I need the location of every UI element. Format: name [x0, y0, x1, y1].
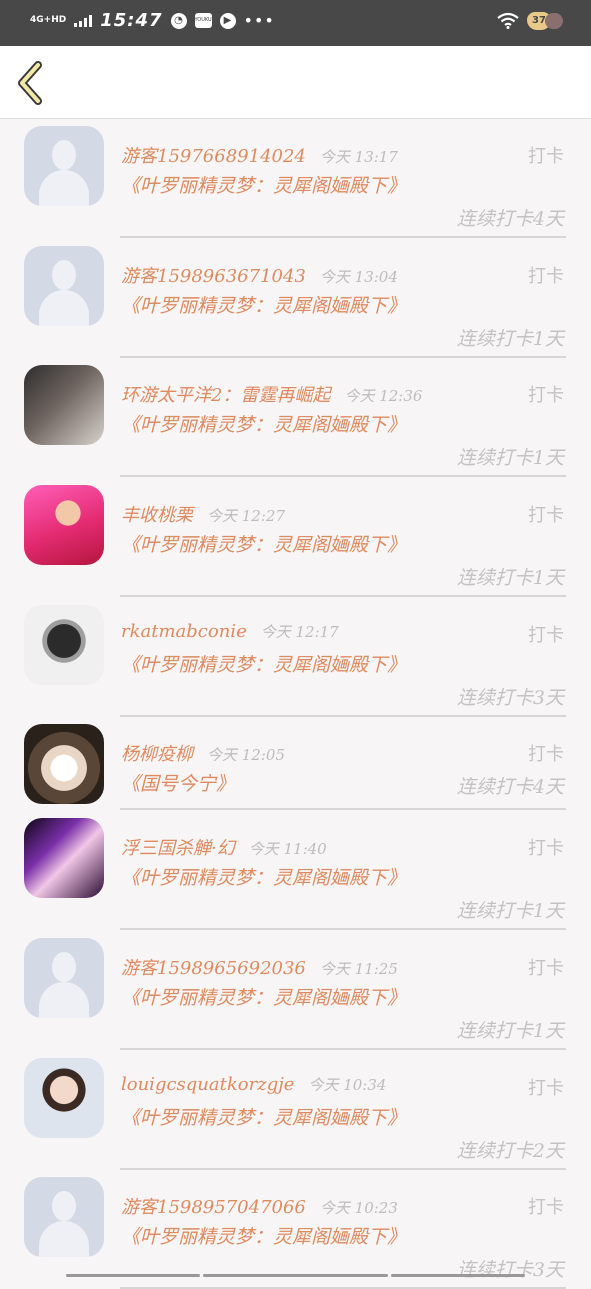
book-title-link[interactable]: 《叶罗丽精灵梦：灵犀阁婳殿下》: [121, 984, 431, 1013]
divider: [120, 475, 566, 477]
user-name[interactable]: 丰收桃栗 今天 12:27: [121, 501, 285, 527]
user-name[interactable]: rkatmabconie 今天 12:17: [121, 621, 339, 642]
checkin-time: 今天 11:40: [248, 840, 327, 858]
divider: [120, 715, 566, 717]
checkin-time: 今天 12:17: [260, 623, 339, 641]
scroll-indicator-right: [391, 1274, 525, 1277]
divider: [120, 928, 566, 930]
divider: [120, 1168, 566, 1170]
scroll-indicator-mid: [203, 1274, 388, 1277]
book-title-link[interactable]: 《叶罗丽精灵梦：灵犀阁婳殿下》: [121, 411, 431, 440]
avatar[interactable]: [24, 1177, 104, 1257]
signal-icon: [74, 14, 93, 27]
book-title-link[interactable]: 《叶罗丽精灵梦：灵犀阁婳殿下》: [121, 864, 431, 893]
streak-count: 连续打卡4天: [456, 208, 564, 230]
book-title-link[interactable]: 《叶罗丽精灵梦：灵犀阁婳殿下》: [121, 651, 431, 680]
book-title-link[interactable]: 《国号今宁》: [121, 770, 431, 799]
checkin-label: 打卡: [528, 1197, 564, 1218]
checkin-time: 今天 12:36: [344, 387, 423, 405]
avatar[interactable]: [24, 246, 104, 326]
checkin-time: 今天 10:34: [308, 1076, 387, 1094]
wifi-icon: [497, 13, 519, 29]
checkin-label: 打卡: [528, 744, 564, 765]
user-name[interactable]: 游客1597668914024 今天 13:17: [121, 142, 398, 168]
book-title-link[interactable]: 《叶罗丽精灵梦：灵犀阁婳殿下》: [121, 1223, 431, 1252]
user-name[interactable]: 游客1598965692036 今天 11:25: [121, 954, 398, 980]
user-name-text: 丰收桃栗: [121, 505, 193, 526]
book-title-link[interactable]: 《叶罗丽精灵梦：灵犀阁婳殿下》: [121, 531, 431, 560]
streak-count: 连续打卡3天: [456, 687, 564, 709]
avatar[interactable]: [24, 365, 104, 445]
scroll-indicator-left: [66, 1274, 200, 1277]
checkin-label: 打卡: [528, 838, 564, 859]
user-name-text: rkatmabconie: [121, 621, 247, 642]
checkin-time: 今天 10:23: [319, 1199, 398, 1217]
avatar[interactable]: [24, 485, 104, 565]
user-name-text: 杨柳疫柳: [121, 744, 193, 765]
streak-count: 连续打卡1天: [456, 1020, 564, 1042]
streak-count: 连续打卡1天: [456, 567, 564, 589]
divider: [120, 356, 566, 358]
user-name-text: 游客1598965692036: [121, 958, 306, 979]
checkin-time: 今天 12:27: [207, 507, 285, 525]
checkin-label: 打卡: [528, 625, 564, 646]
avatar[interactable]: [24, 938, 104, 1018]
streak-count: 连续打卡1天: [456, 447, 564, 469]
status-bar: 4G+HD 15:47 ◔ YOUKU ▶ ••• 37: [0, 0, 591, 46]
checkin-label: 打卡: [528, 1078, 564, 1099]
book-title-link[interactable]: 《叶罗丽精灵梦：灵犀阁婳殿下》: [121, 292, 431, 321]
user-name-text: 环游太平洋2：雷霆再崛起: [121, 385, 331, 406]
user-name[interactable]: 游客1598963671043 今天 13:04: [121, 262, 398, 288]
youku-icon: YOUKU: [194, 13, 212, 28]
user-name-text: 浮三国杀觯·幻: [121, 838, 235, 859]
divider: [120, 595, 566, 597]
clock-time: 15:47: [100, 10, 163, 31]
user-name[interactable]: 游客1598957047066 今天 10:23: [121, 1193, 398, 1219]
streak-count: 连续打卡2天: [456, 1140, 564, 1162]
top-nav-bar: [0, 46, 591, 119]
checkin-time: 今天 13:04: [319, 268, 398, 286]
play-icon: ▶: [219, 12, 236, 29]
book-title-link[interactable]: 《叶罗丽精灵梦：灵犀阁婳殿下》: [121, 1104, 431, 1133]
streak-count: 连续打卡1天: [456, 328, 564, 350]
user-name-text: 游客1597668914024: [121, 146, 306, 167]
book-title-link[interactable]: 《叶罗丽精灵梦：灵犀阁婳殿下》: [121, 172, 431, 201]
divider: [120, 236, 566, 238]
chevron-left-icon[interactable]: [14, 60, 48, 106]
avatar[interactable]: [24, 126, 104, 206]
checkin-label: 打卡: [528, 505, 564, 526]
checkin-label: 打卡: [528, 958, 564, 979]
user-name-text: 游客1598957047066: [121, 1197, 306, 1218]
divider: [120, 1048, 566, 1050]
streak-count: 连续打卡3天: [456, 1259, 564, 1281]
user-name[interactable]: 杨柳疫柳 今天 12:05: [121, 740, 285, 766]
streak-count: 连续打卡1天: [456, 900, 564, 922]
user-name-text: 游客1598963671043: [121, 266, 306, 287]
divider: [120, 808, 566, 810]
checkin-time: 今天 12:05: [207, 746, 285, 764]
checkin-time: 今天 13:17: [319, 148, 398, 166]
more-notifications-icon: •••: [243, 11, 275, 30]
checkin-time: 今天 11:25: [319, 960, 398, 978]
avatar[interactable]: [24, 605, 104, 685]
user-name[interactable]: 环游太平洋2：雷霆再崛起 今天 12:36: [121, 381, 422, 407]
avatar[interactable]: [24, 818, 104, 898]
user-name[interactable]: louigcsquatkorzgje 今天 10:34: [121, 1074, 386, 1095]
avatar[interactable]: [24, 1058, 104, 1138]
checkin-label: 打卡: [528, 146, 564, 167]
network-indicator: 4G+HD: [30, 15, 67, 25]
checkin-label: 打卡: [528, 385, 564, 406]
battery-icon: 37: [527, 12, 563, 30]
checkin-label: 打卡: [528, 266, 564, 287]
user-name[interactable]: 浮三国杀觯·幻 今天 11:40: [121, 834, 327, 860]
clock-icon: ◔: [170, 12, 187, 29]
streak-count: 连续打卡4天: [456, 776, 564, 798]
user-name-text: louigcsquatkorzgje: [121, 1074, 295, 1095]
avatar[interactable]: [24, 724, 104, 804]
